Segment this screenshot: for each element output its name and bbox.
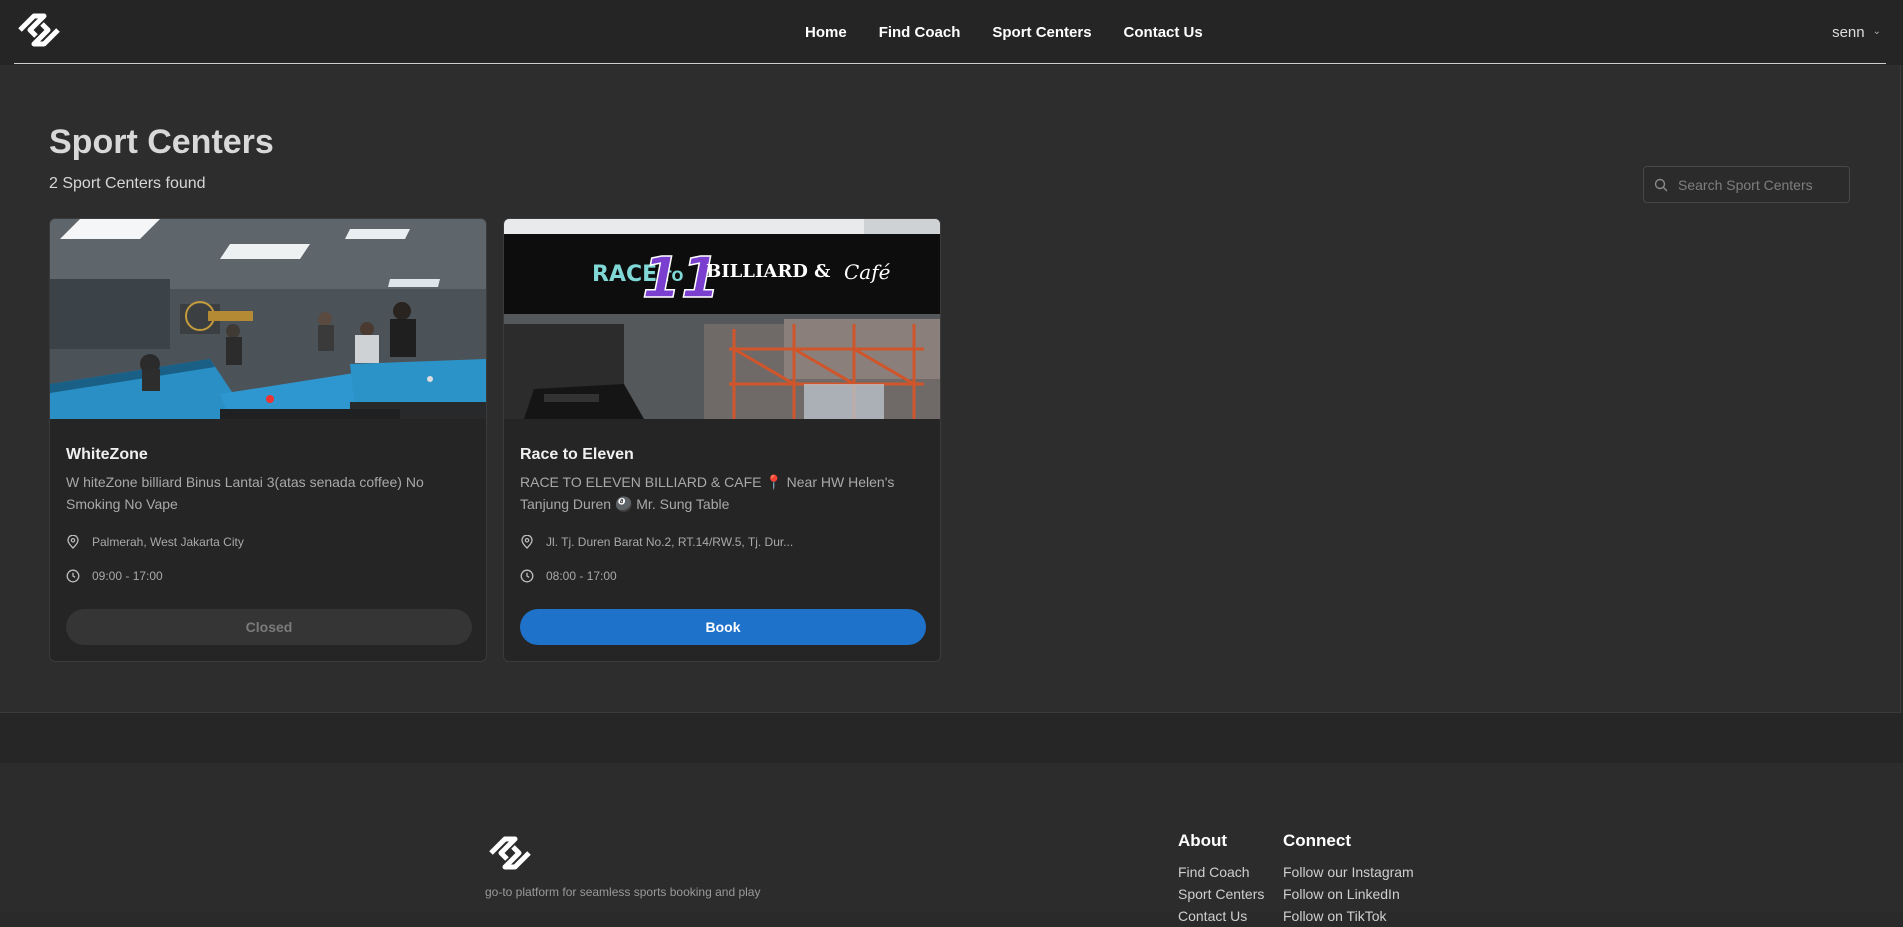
card-title: Race to Eleven bbox=[520, 446, 634, 463]
card-location: Palmerah, West Jakarta City bbox=[66, 535, 244, 549]
nav-home-link[interactable]: Home bbox=[805, 24, 847, 41]
search-icon bbox=[1654, 178, 1668, 191]
main-nav: Home Find Coach Sport Centers Contact Us bbox=[805, 24, 1203, 41]
footer-logo-icon bbox=[489, 836, 531, 870]
card-hours: 08:00 - 17:00 bbox=[520, 569, 617, 583]
footer-connect-column: Connect Follow our Instagram Follow on L… bbox=[1283, 831, 1414, 927]
search-box bbox=[1643, 166, 1850, 203]
location-text: Palmerah, West Jakarta City bbox=[92, 535, 244, 549]
closed-button: Closed bbox=[66, 609, 472, 645]
sport-center-card-race-to-eleven[interactable]: RACE TO 11 BILLIARD & Café Race to Eleve… bbox=[503, 218, 941, 662]
footer-link-contact-us[interactable]: Contact Us bbox=[1178, 905, 1264, 927]
location-text: Jl. Tj. Duren Barat No.2, RT.14/RW.5, Tj… bbox=[546, 535, 794, 549]
book-button[interactable]: Book bbox=[520, 609, 926, 645]
brand-logo-icon[interactable] bbox=[16, 10, 62, 50]
card-description: W hiteZone billiard Binus Lantai 3(atas … bbox=[66, 474, 424, 512]
user-menu[interactable]: senn ⌄ bbox=[1832, 24, 1881, 41]
footer-link-linkedin[interactable]: Follow on LinkedIn bbox=[1283, 883, 1414, 905]
map-pin-icon bbox=[67, 535, 79, 549]
footer-about-column: About Find Coach Sport Centers Contact U… bbox=[1178, 831, 1264, 927]
footer-tagline: go-to platform for seamless sports booki… bbox=[485, 885, 761, 899]
search-input[interactable] bbox=[1678, 176, 1848, 193]
footer-link-instagram[interactable]: Follow our Instagram bbox=[1283, 861, 1414, 883]
nav-contact-us-link[interactable]: Contact Us bbox=[1124, 24, 1203, 41]
svg-text:Café: Café bbox=[844, 260, 891, 284]
race-to-eleven-photo: RACE TO 11 BILLIARD & Café bbox=[504, 219, 940, 419]
clock-icon bbox=[66, 569, 80, 583]
user-name: senn bbox=[1832, 24, 1865, 41]
nav-divider bbox=[14, 63, 1886, 64]
whitezone-photo bbox=[50, 219, 486, 419]
card-description: RACE TO ELEVEN BILLIARD & CAFE 📍 Near HW… bbox=[520, 474, 895, 512]
nav-sport-centers-link[interactable]: Sport Centers bbox=[992, 24, 1091, 41]
site-footer: go-to platform for seamless sports booki… bbox=[0, 763, 1903, 924]
footer-connect-heading: Connect bbox=[1283, 831, 1351, 850]
footer-about-heading: About bbox=[1178, 831, 1228, 850]
card-hours: 09:00 - 17:00 bbox=[66, 569, 163, 583]
map-pin-icon bbox=[521, 535, 533, 549]
page-title: Sport Centers bbox=[49, 123, 274, 161]
sport-center-card-whitezone[interactable]: WhiteZone W hiteZone billiard Binus Lant… bbox=[49, 218, 487, 662]
footer-spacer bbox=[0, 713, 1903, 763]
footer-link-sport-centers[interactable]: Sport Centers bbox=[1178, 883, 1264, 905]
chevron-down-icon: ⌄ bbox=[1872, 26, 1881, 37]
nav-find-coach-link[interactable]: Find Coach bbox=[879, 24, 961, 41]
top-navbar: Home Find Coach Sport Centers Contact Us… bbox=[0, 0, 1903, 65]
card-location: Jl. Tj. Duren Barat No.2, RT.14/RW.5, Tj… bbox=[520, 535, 793, 549]
footer-link-find-coach[interactable]: Find Coach bbox=[1178, 861, 1264, 883]
clock-icon bbox=[520, 569, 534, 583]
hours-text: 08:00 - 17:00 bbox=[546, 569, 617, 583]
svg-text:BILLIARD &: BILLIARD & bbox=[706, 261, 830, 282]
hours-text: 09:00 - 17:00 bbox=[92, 569, 163, 583]
card-title: WhiteZone bbox=[66, 446, 148, 463]
result-count: 2 Sport Centers found bbox=[49, 175, 206, 192]
footer-link-tiktok[interactable]: Follow on TikTok bbox=[1283, 905, 1414, 927]
main-content: Sport Centers 2 Sport Centers found Sear… bbox=[0, 65, 1901, 713]
